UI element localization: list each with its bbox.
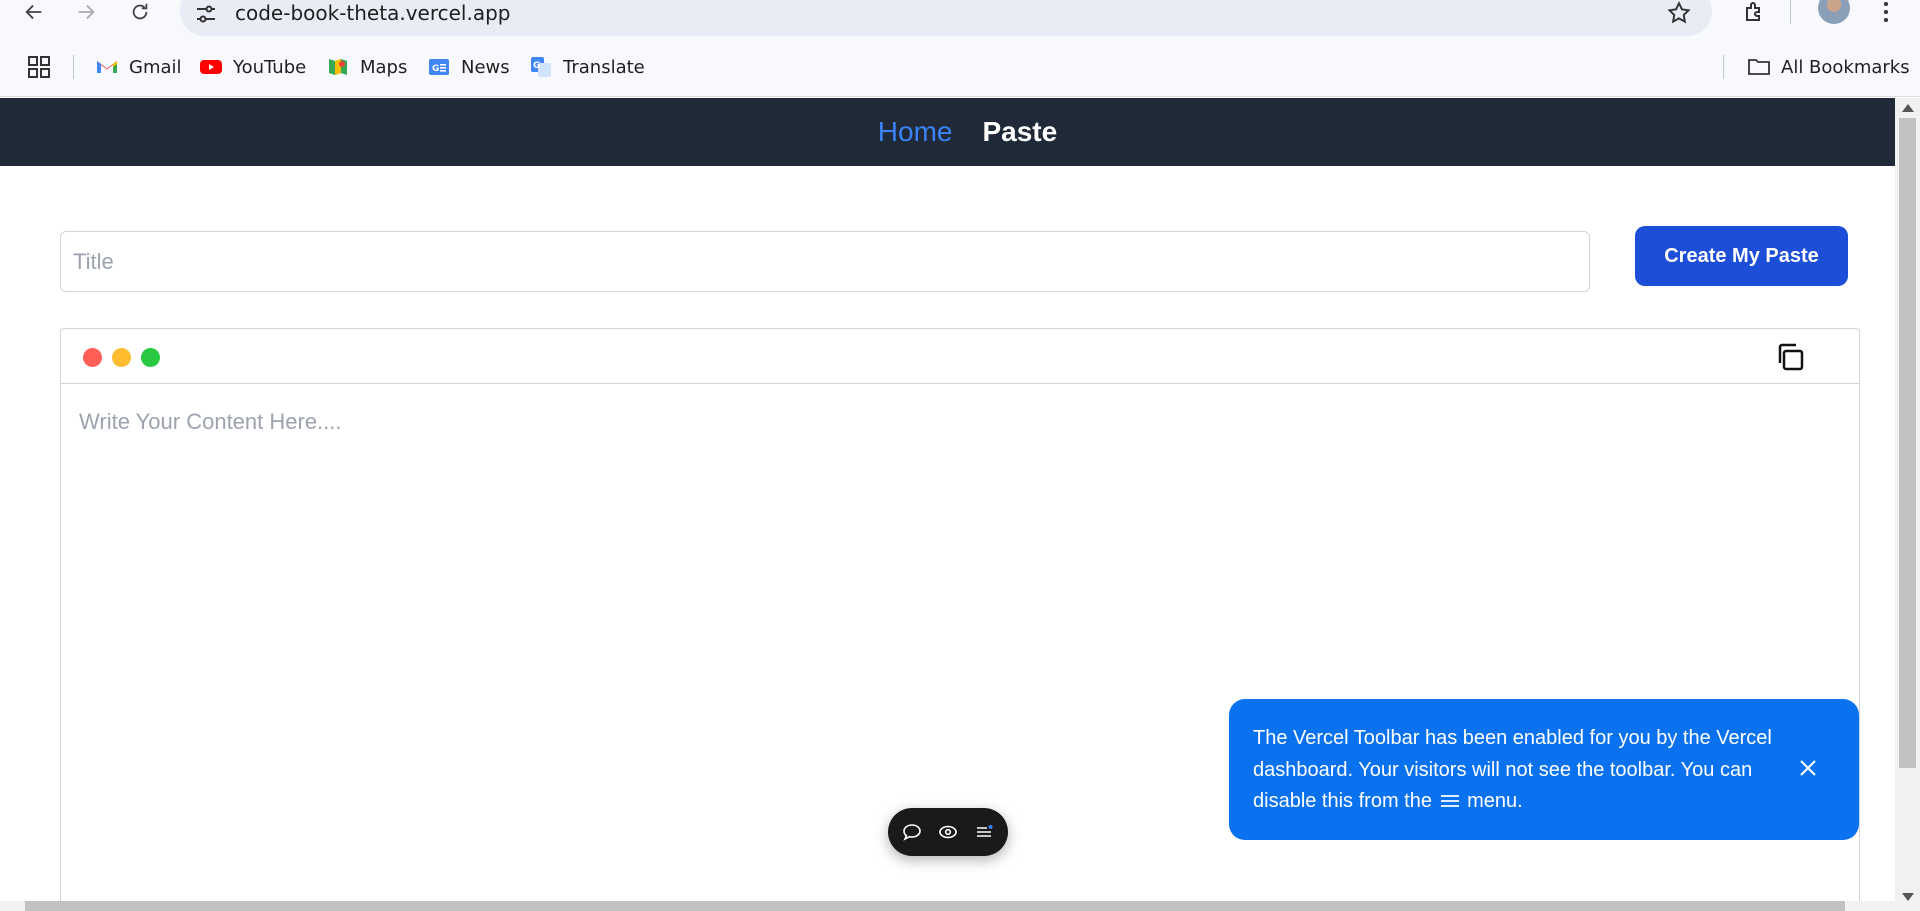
news-icon: G	[429, 59, 449, 75]
scrollbar-thumb[interactable]	[1899, 118, 1916, 768]
reload-icon	[132, 3, 148, 20]
bookmark-label: Maps	[360, 56, 408, 78]
menu-icon[interactable]	[974, 822, 994, 842]
editor-header	[61, 329, 1859, 384]
bookmark-label: Translate	[563, 56, 645, 78]
nav-home-link[interactable]: Home	[878, 116, 953, 148]
svg-text:G: G	[432, 64, 439, 74]
site-info-icon[interactable]	[194, 2, 218, 26]
back-button[interactable]	[18, 0, 50, 24]
horizontal-scrollbar[interactable]	[0, 901, 1920, 911]
back-arrow-icon	[25, 4, 42, 20]
browser-menu-icon[interactable]	[1876, 0, 1896, 24]
menu-glyph-icon	[1440, 795, 1459, 807]
comment-icon[interactable]	[902, 822, 922, 842]
scrollbar-thumb[interactable]	[25, 901, 1845, 911]
forward-button[interactable]	[70, 0, 102, 24]
bookmark-gmail[interactable]: Gmail	[95, 52, 182, 82]
bookmark-star-icon[interactable]	[1666, 0, 1692, 26]
scroll-up-arrow-icon[interactable]	[1902, 104, 1914, 112]
copy-icon[interactable]	[1774, 341, 1806, 373]
bookmarks-divider	[73, 55, 74, 79]
translate-icon: G	[531, 57, 551, 77]
eye-icon[interactable]	[938, 822, 958, 842]
bookmark-label: News	[461, 56, 510, 78]
bookmark-translate[interactable]: G Translate	[529, 52, 645, 82]
bookmarks-divider	[1723, 55, 1724, 79]
vercel-toolbar[interactable]	[888, 808, 1008, 856]
address-bar[interactable]: code-book-theta.vercel.app	[180, 0, 1712, 36]
bookmark-label: Gmail	[129, 56, 182, 78]
window-dot-yellow	[112, 348, 131, 367]
window-dot-green	[141, 348, 160, 367]
all-bookmarks-label: All Bookmarks	[1781, 56, 1910, 78]
scroll-down-arrow-icon[interactable]	[1902, 893, 1914, 901]
create-paste-button[interactable]: Create My Paste	[1635, 226, 1848, 286]
reload-button[interactable]	[124, 0, 156, 24]
folder-icon	[1748, 59, 1770, 75]
browser-toolbar: code-book-theta.vercel.app	[0, 0, 1920, 40]
forward-arrow-icon	[78, 4, 95, 20]
title-input[interactable]	[60, 231, 1590, 292]
toast-text-after: menu.	[1467, 790, 1523, 812]
profile-avatar[interactable]	[1818, 0, 1850, 24]
youtube-icon	[200, 60, 222, 74]
window-dot-red	[83, 348, 102, 367]
vercel-toolbar-toast: The Vercel Toolbar has been enabled for …	[1229, 699, 1859, 840]
close-icon[interactable]	[1797, 757, 1819, 779]
app-navbar: Home Paste	[0, 98, 1895, 166]
bookmark-youtube[interactable]: YouTube	[199, 52, 306, 82]
vertical-scrollbar[interactable]	[1895, 98, 1920, 901]
maps-icon	[329, 59, 347, 75]
bookmark-maps[interactable]: Maps	[326, 52, 407, 82]
svg-text:G: G	[533, 61, 540, 71]
all-bookmarks-button[interactable]: All Bookmarks	[1747, 52, 1910, 82]
nav-paste-link[interactable]: Paste	[982, 116, 1057, 148]
bookmark-news[interactable]: G News	[427, 52, 510, 82]
apps-grid-icon[interactable]	[28, 56, 50, 78]
url-text[interactable]: code-book-theta.vercel.app	[235, 1, 510, 25]
bookmark-label: YouTube	[233, 56, 307, 78]
gmail-icon	[97, 61, 117, 73]
toast-message: The Vercel Toolbar has been enabled for …	[1253, 723, 1793, 818]
bookmarks-bar: Gmail YouTube Maps G News G Translate Al…	[0, 40, 1920, 97]
toolbar-divider	[1790, 0, 1791, 24]
extensions-icon[interactable]	[1740, 0, 1768, 24]
